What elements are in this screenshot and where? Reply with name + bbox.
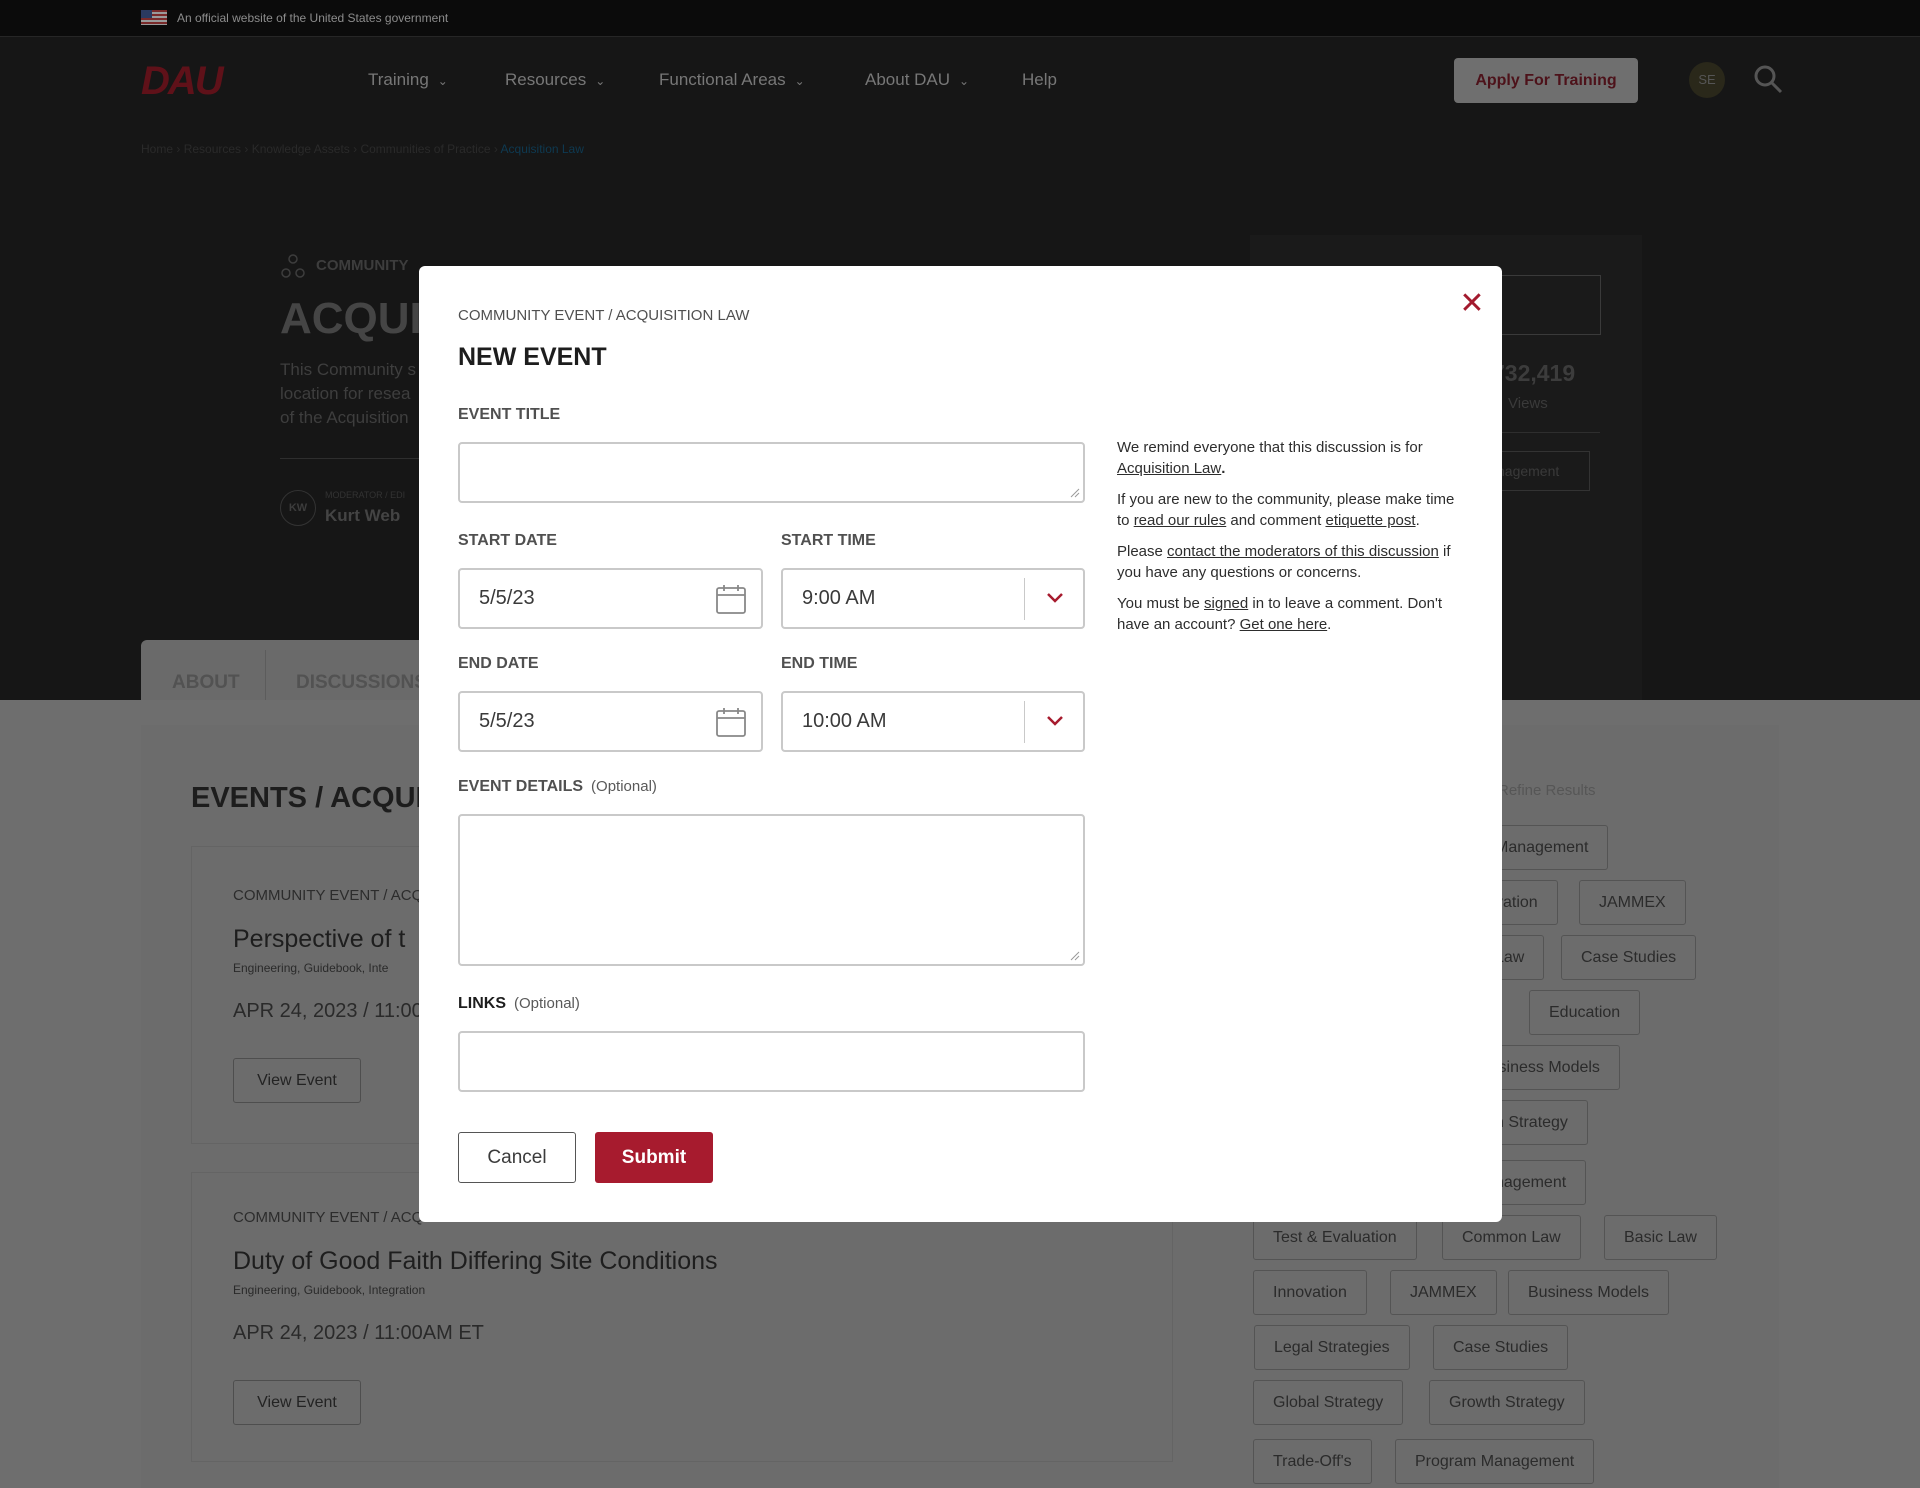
- view-event-button[interactable]: View Event: [233, 1058, 361, 1103]
- divider: [1024, 701, 1025, 743]
- filter-tag[interactable]: Case Studies: [1561, 935, 1697, 980]
- submit-button[interactable]: Submit: [595, 1132, 713, 1183]
- resize-handle-icon[interactable]: [1068, 949, 1080, 961]
- filter-tag[interactable]: JAMMEX: [1390, 1270, 1497, 1315]
- end-date-input[interactable]: 5/5/23: [458, 691, 763, 752]
- breadcrumb-current: Acquisition Law: [500, 142, 584, 156]
- nav-training[interactable]: Training ⌄: [368, 70, 448, 90]
- modal-title: NEW EVENT: [458, 343, 607, 371]
- moderator-name[interactable]: Kurt Web: [325, 506, 400, 526]
- nav-help[interactable]: Help: [1022, 70, 1057, 90]
- filter-tag[interactable]: Legal Strategies: [1254, 1325, 1410, 1370]
- divider: [1024, 578, 1025, 620]
- views-label: Views: [1508, 395, 1548, 412]
- events-heading: EVENTS / ACQUIS: [191, 782, 443, 814]
- chevron-down-icon: ⌄: [595, 74, 606, 88]
- filter-tag[interactable]: Education: [1529, 990, 1641, 1035]
- dau-logo[interactable]: DAU: [141, 59, 224, 104]
- community-type-label: COMMUNITY: [316, 257, 409, 274]
- filter-tag[interactable]: Business Models: [1508, 1270, 1669, 1315]
- refine-results-label: Refine Results: [1498, 782, 1596, 799]
- apply-for-training-button[interactable]: Apply For Training: [1454, 58, 1638, 103]
- acquisition-law-link[interactable]: Acquisition Law: [1117, 460, 1221, 477]
- user-avatar[interactable]: SE: [1689, 62, 1725, 98]
- divider: [1490, 432, 1600, 433]
- links-label: LINKS (Optional): [458, 995, 580, 1012]
- tab-discussions[interactable]: DISCUSSIONS: [296, 672, 427, 694]
- side-tag[interactable]: nagement: [1490, 451, 1590, 491]
- tab-about[interactable]: ABOUT: [172, 672, 240, 694]
- event-title[interactable]: Perspective of t: [233, 925, 405, 954]
- chevron-down-icon: ⌄: [794, 74, 805, 88]
- filter-tag[interactable]: Global Strategy: [1253, 1380, 1404, 1425]
- breadcrumb-resources[interactable]: Resources: [184, 142, 241, 156]
- chevron-down-icon[interactable]: [1044, 587, 1066, 609]
- divider: [265, 650, 266, 700]
- breadcrumb-home[interactable]: Home: [141, 142, 173, 156]
- start-date-input[interactable]: 5/5/23: [458, 568, 763, 629]
- filter-tag[interactable]: JAMMEX: [1579, 880, 1686, 925]
- end-time-label: END TIME: [781, 655, 858, 672]
- view-event-button[interactable]: View Event: [233, 1380, 361, 1425]
- start-time-label: START TIME: [781, 532, 876, 549]
- event-date: APR 24, 2023 / 11:00: [233, 1000, 423, 1022]
- resize-handle-icon[interactable]: [1068, 486, 1080, 498]
- signed-in-link[interactable]: signed: [1204, 595, 1248, 612]
- hero-description: This Community s location for resea of t…: [280, 360, 417, 427]
- etiquette-post-link[interactable]: etiquette post: [1325, 512, 1415, 529]
- event-title-input[interactable]: [458, 442, 1085, 503]
- filter-tag[interactable]: Innovation: [1253, 1270, 1367, 1315]
- breadcrumb: Home › Resources › Knowledge Assets › Co…: [141, 142, 584, 156]
- start-date-label: START DATE: [458, 532, 557, 549]
- event-date: APR 24, 2023 / 11:00AM ET: [233, 1322, 484, 1344]
- chevron-down-icon: ⌄: [959, 74, 970, 88]
- site-header: DAU Training ⌄ Resources ⌄ Functional Area…: [0, 36, 1920, 122]
- nav-about-dau[interactable]: About DAU ⌄: [865, 70, 969, 90]
- event-title[interactable]: Duty of Good Faith Differing Site Condit…: [233, 1247, 718, 1276]
- read-rules-link[interactable]: read our rules: [1134, 512, 1227, 529]
- nav-resources[interactable]: Resources ⌄: [505, 70, 605, 90]
- filter-tag[interactable]: Program Management: [1395, 1439, 1595, 1484]
- breadcrumb-communities[interactable]: Communities of Practice: [360, 142, 490, 156]
- cancel-button[interactable]: Cancel: [458, 1132, 576, 1183]
- end-date-label: END DATE: [458, 655, 539, 672]
- join-button[interactable]: [1490, 275, 1601, 335]
- search-icon[interactable]: [1753, 64, 1783, 94]
- event-details-label: EVENT DETAILS (Optional): [458, 778, 657, 795]
- calendar-icon[interactable]: [715, 706, 747, 738]
- event-tags: Engineering, Guidebook, Integration: [233, 1283, 426, 1297]
- moderator-label: MODERATOR / EDI: [325, 490, 406, 500]
- event-category: COMMUNITY EVENT / ACQ: [233, 887, 424, 904]
- start-time-select[interactable]: 9:00 AM: [781, 568, 1085, 629]
- filter-tag[interactable]: Growth Strategy: [1429, 1380, 1585, 1425]
- event-tags: Engineering, Guidebook, Inte: [233, 961, 389, 975]
- get-account-link[interactable]: Get one here: [1240, 616, 1328, 633]
- community-icon: [281, 254, 305, 278]
- end-time-select[interactable]: 10:00 AM: [781, 691, 1085, 752]
- links-input[interactable]: [458, 1031, 1085, 1092]
- new-event-modal: ✕ COMMUNITY EVENT / ACQUISITION LAW NEW …: [419, 266, 1502, 1222]
- breadcrumb-knowledge-assets[interactable]: Knowledge Assets: [252, 142, 350, 156]
- filter-tag[interactable]: Trade-Off's: [1253, 1439, 1372, 1484]
- close-icon[interactable]: ✕: [1458, 289, 1486, 319]
- gov-banner-text: An official website of the United States…: [177, 11, 449, 25]
- event-title-label: EVENT TITLE: [458, 406, 561, 423]
- community-guidelines: We remind everyone that this discussion …: [1117, 439, 1455, 633]
- event-details-textarea[interactable]: [458, 814, 1085, 966]
- modal-breadcrumb: COMMUNITY EVENT / ACQUISITION LAW: [458, 307, 750, 324]
- chevron-down-icon: ⌄: [437, 74, 448, 88]
- filter-tag[interactable]: Case Studies: [1433, 1325, 1569, 1370]
- moderator-avatar: KW: [280, 490, 316, 526]
- contact-moderators-link[interactable]: contact the moderators of this discussio…: [1167, 543, 1439, 560]
- us-flag-icon: [141, 10, 167, 25]
- calendar-icon[interactable]: [715, 583, 747, 615]
- gov-banner: An official website of the United States…: [0, 0, 1920, 36]
- views-count: 732,419: [1492, 360, 1576, 386]
- divider: [280, 458, 420, 459]
- filter-tag[interactable]: Basic Law: [1604, 1215, 1717, 1260]
- nav-functional-areas[interactable]: Functional Areas ⌄: [659, 70, 805, 90]
- chevron-down-icon[interactable]: [1044, 710, 1066, 732]
